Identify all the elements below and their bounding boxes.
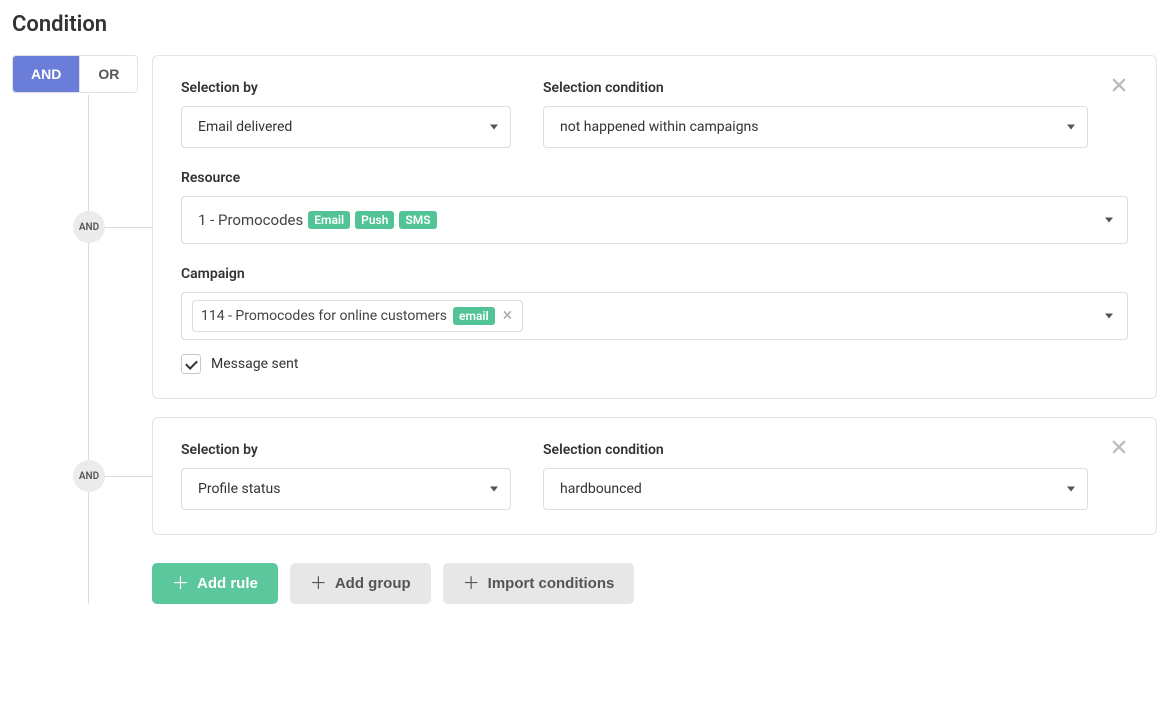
connector-badge: AND: [73, 211, 105, 243]
chevron-down-icon: [1105, 314, 1113, 319]
resource-label: Resource: [181, 170, 1128, 186]
connector-horizontal-line: [105, 476, 153, 477]
connector-horizontal-line: [105, 227, 153, 228]
selection-by-value: Email delivered: [198, 119, 292, 135]
plus-icon: ＋: [463, 575, 480, 592]
chevron-down-icon: [1067, 487, 1075, 492]
selection-condition-value: not happened within campaigns: [560, 119, 759, 135]
campaign-chip-tag: email: [453, 307, 495, 325]
chevron-down-icon: [490, 487, 498, 492]
connector-node-2: AND: [73, 460, 105, 492]
selection-by-value: Profile status: [198, 481, 280, 497]
campaign-select[interactable]: 114 - Promocodes for online customers em…: [181, 292, 1128, 340]
selection-condition-label: Selection condition: [543, 80, 1088, 96]
resource-select[interactable]: 1 - Promocodes Email Push SMS: [181, 196, 1128, 244]
actions-row: ＋ Add rule ＋ Add group ＋ Import conditio…: [152, 563, 1157, 604]
add-rule-button[interactable]: ＋ Add rule: [152, 563, 278, 604]
selection-by-select[interactable]: Email delivered: [181, 106, 511, 148]
add-group-button[interactable]: ＋ Add group: [290, 563, 431, 604]
logic-column: AND OR AND AND: [12, 55, 152, 604]
connector-vertical-line: [88, 95, 89, 604]
selection-by-label: Selection by: [181, 80, 511, 96]
rule-card: Selection by Email delivered Selection c…: [152, 55, 1157, 399]
resource-value: 1 - Promocodes Email Push SMS: [192, 211, 437, 229]
close-icon[interactable]: [1110, 438, 1134, 462]
chevron-down-icon: [1067, 125, 1075, 130]
logic-or-button[interactable]: OR: [79, 56, 137, 92]
remove-chip-icon[interactable]: ×: [501, 307, 515, 325]
connector-node-1: AND: [73, 211, 105, 243]
resource-tag-push: Push: [355, 211, 394, 229]
selection-by-label: Selection by: [181, 442, 511, 458]
rules-column: Selection by Email delivered Selection c…: [152, 55, 1157, 604]
message-sent-label: Message sent: [211, 356, 298, 372]
plus-icon: ＋: [310, 575, 327, 592]
selection-condition-select[interactable]: hardbounced: [543, 468, 1088, 510]
chevron-down-icon: [490, 125, 498, 130]
logic-and-button[interactable]: AND: [13, 56, 79, 92]
chevron-down-icon: [1105, 218, 1113, 223]
close-icon[interactable]: [1110, 76, 1134, 100]
campaign-chip: 114 - Promocodes for online customers em…: [192, 300, 523, 332]
connector-badge: AND: [73, 460, 105, 492]
page-title: Condition: [12, 12, 1157, 37]
resource-tag-sms: SMS: [399, 211, 436, 229]
campaign-label: Campaign: [181, 266, 1128, 282]
condition-builder: AND OR AND AND Selection by Email delive…: [12, 55, 1157, 604]
selection-condition-value: hardbounced: [560, 481, 642, 497]
plus-icon: ＋: [172, 575, 189, 592]
campaign-chip-text: 114 - Promocodes for online customers: [201, 308, 447, 324]
logic-operator-toggle: AND OR: [12, 55, 138, 93]
selection-condition-label: Selection condition: [543, 442, 1088, 458]
resource-tag-email: Email: [308, 211, 350, 229]
import-conditions-button[interactable]: ＋ Import conditions: [443, 563, 635, 604]
selection-condition-select[interactable]: not happened within campaigns: [543, 106, 1088, 148]
message-sent-checkbox[interactable]: [181, 354, 201, 374]
rule-card: Selection by Profile status Selection co…: [152, 417, 1157, 535]
selection-by-select[interactable]: Profile status: [181, 468, 511, 510]
